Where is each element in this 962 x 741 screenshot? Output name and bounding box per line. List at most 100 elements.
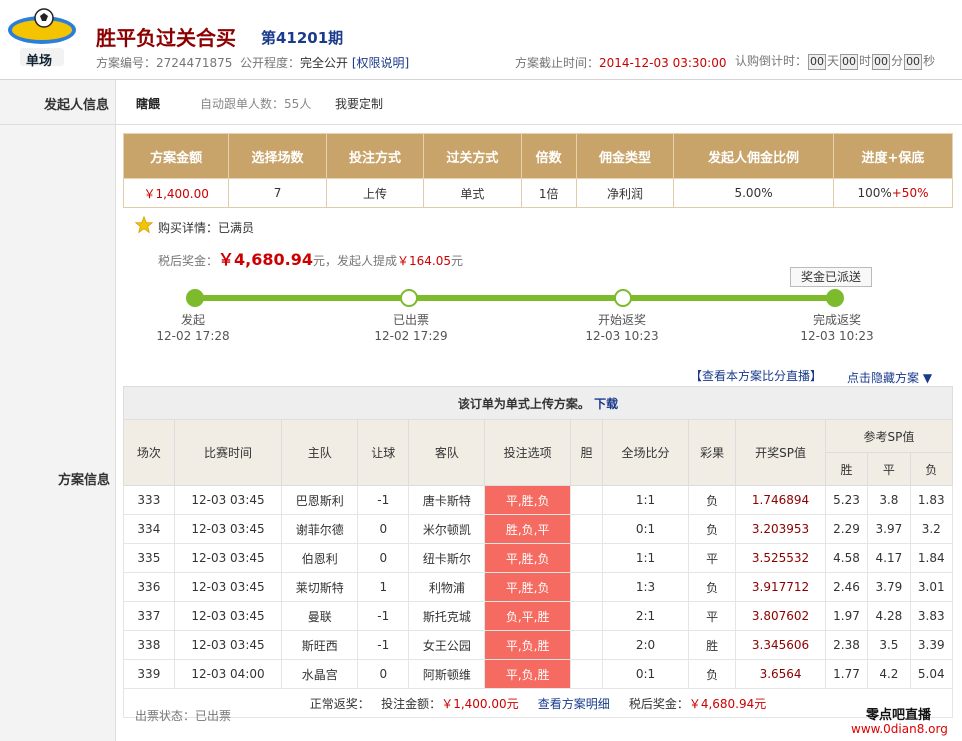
- column-header: 投注选项: [484, 419, 571, 486]
- left-label-column: [0, 80, 116, 741]
- cell-result: 负: [687, 659, 737, 689]
- progress-dot: [186, 289, 204, 307]
- cell-banker: [569, 485, 604, 515]
- plan-detail-table: 该订单为单式上传方案。 下载 场次 比赛时间 主队 让球 客队 投注选项 胆 全…: [123, 386, 954, 718]
- plan-detail-link[interactable]: 查看方案明细: [538, 697, 610, 711]
- plan-section-label: 方案信息: [58, 473, 111, 488]
- cell-sp: 3.917712: [735, 572, 826, 602]
- cell-away: 斯托克城: [408, 601, 486, 631]
- cell-pick: 胜,负,平: [484, 514, 571, 544]
- footer-prize: ￥4,680.94元: [688, 696, 767, 711]
- column-header: 参考SP值: [824, 419, 954, 453]
- cell-sp: 3.6564: [735, 659, 826, 689]
- summary-value: 7: [228, 178, 327, 208]
- sp-sub-header: 负: [909, 452, 954, 486]
- cell-l: 3.2: [909, 514, 954, 544]
- cell-home: 谢菲尔德: [281, 514, 359, 544]
- progress-step: 开始返奖 12-03 10:23: [585, 313, 659, 343]
- progress-dot: [826, 289, 844, 307]
- cell-score: 0:1: [602, 659, 689, 689]
- followers: 自动跟单人数：55人: [200, 97, 312, 111]
- progress-track: [195, 295, 835, 301]
- table-row: 336 12-03 03:45 莱切斯特 1 利物浦 平,胜,负 1:3 负 3.917712 2…: [123, 572, 954, 602]
- countdown: 认购倒计时： 00 天 00 时 00 分 00 秒: [735, 54, 936, 70]
- cell-result: 负: [687, 485, 737, 515]
- cell-hcp: 0: [357, 543, 410, 573]
- cell-away: 纽卡斯尔: [408, 543, 486, 573]
- cell-score: 1:1: [602, 485, 689, 515]
- cell-home: 斯旺西: [281, 630, 359, 660]
- initiator-name[interactable]: 瞎餵: [136, 95, 160, 112]
- cell-d: 4.28: [867, 601, 911, 631]
- cell-result: 平: [687, 543, 737, 573]
- cell-banker: [569, 630, 604, 660]
- cell-pick: 负,平,胜: [484, 601, 571, 631]
- summary-value: 5.00%: [673, 178, 834, 208]
- cell-d: 3.79: [867, 572, 911, 602]
- logo-text: 单场: [26, 54, 53, 69]
- cell-w: 1.77: [824, 659, 869, 689]
- cell-score: 2:0: [602, 630, 689, 660]
- cell-no: 335: [123, 543, 175, 573]
- progress-dot: [614, 289, 632, 307]
- summary-value: 净利润: [575, 178, 675, 208]
- live-score-link[interactable]: 【查看本方案比分直播】: [690, 367, 822, 384]
- summary-header: 过关方式: [423, 133, 522, 179]
- summary-header: 佣金类型: [575, 133, 675, 179]
- footer-bet: ￥1,400.00元: [441, 696, 519, 711]
- cell-away: 阿斯顿维: [408, 659, 486, 689]
- cell-d: 4.17: [867, 543, 911, 573]
- footer-status: 正常返奖：: [309, 696, 370, 711]
- cell-time: 12-03 03:45: [173, 601, 283, 631]
- purchase-details: 购买详情：已满员: [158, 221, 255, 235]
- summary-header: 投注方式: [325, 133, 425, 179]
- summary-header: 选择场数: [228, 133, 327, 179]
- column-header: 胆: [569, 419, 604, 486]
- cell-home: 巴恩斯利: [281, 485, 359, 515]
- hide-plan-link[interactable]: 点击隐藏方案 ▼: [847, 369, 932, 386]
- permission-link[interactable]: [权限说明]: [352, 56, 409, 70]
- table-footer-row: 正常返奖： 投注金额：￥1,400.00元 查看方案明细 税后奖金：￥4,680…: [123, 688, 953, 718]
- plan-number: 方案编号：2724471875: [96, 56, 233, 70]
- cell-result: 平: [687, 601, 737, 631]
- cell-time: 12-03 03:45: [173, 572, 283, 602]
- prize-sent-badge: 奖金已派送: [790, 267, 872, 287]
- cell-d: 4.2: [867, 659, 911, 689]
- cell-score: 1:3: [602, 572, 689, 602]
- cell-score: 2:1: [602, 601, 689, 631]
- cell-home: 伯恩利: [281, 543, 359, 573]
- table-row: 335 12-03 03:45 伯恩利 0 纽卡斯尔 平,胜,负 1:1 平 3.525532 4…: [123, 543, 954, 573]
- progress-step: 发起 12-02 17:28: [156, 313, 230, 343]
- table-row: 338 12-03 03:45 斯旺西 -1 女王公园 平,负,胜 2:0 胜 3.345606…: [123, 630, 954, 660]
- table-row: 337 12-03 03:45 曼联 -1 斯托克城 负,平,胜 2:1 平 3.807602 1…: [123, 601, 954, 631]
- custom-follow-link[interactable]: 我要定制: [335, 95, 383, 112]
- cell-pick: 平,胜,负: [484, 572, 571, 602]
- sp-sub-header: 平: [867, 452, 911, 486]
- summary-header: 倍数: [520, 133, 577, 179]
- guarantee: +50%: [891, 186, 929, 200]
- table-row: 339 12-03 04:00 水晶宫 0 阿斯顿维 平,负,胜 0:1 负 3.6564 1.7…: [123, 659, 954, 689]
- cell-sp: 1.746894: [735, 485, 826, 515]
- cell-banker: [569, 572, 604, 602]
- cell-hcp: 1: [357, 572, 410, 602]
- logo: 单场: [6, 8, 78, 70]
- initiator-section-label: 发起人信息: [44, 98, 110, 113]
- cell-home: 莱切斯特: [281, 572, 359, 602]
- table-row: 333 12-03 03:45 巴恩斯利 -1 唐卡斯特 平,胜,负 1:1 负 1.74689…: [123, 485, 954, 515]
- download-link[interactable]: 下载: [594, 397, 618, 411]
- cell-away: 唐卡斯特: [408, 485, 486, 515]
- cell-time: 12-03 04:00: [173, 659, 283, 689]
- cell-no: 338: [123, 630, 175, 660]
- summary-table: 方案金额 选择场数 投注方式 过关方式 倍数 佣金类型 发起人佣金比例 进度+保…: [122, 133, 954, 208]
- cell-l: 3.01: [909, 572, 954, 602]
- cell-hcp: -1: [357, 601, 410, 631]
- progress-step: 已出票 12-02 17:29: [374, 313, 448, 343]
- cell-time: 12-03 03:45: [173, 514, 283, 544]
- column-header: 彩果: [687, 419, 737, 486]
- cell-w: 2.29: [824, 514, 869, 544]
- summary-value: 100%+50%: [832, 178, 954, 208]
- cell-away: 女王公园: [408, 630, 486, 660]
- cell-score: 0:1: [602, 514, 689, 544]
- cell-result: 负: [687, 514, 737, 544]
- cell-home: 曼联: [281, 601, 359, 631]
